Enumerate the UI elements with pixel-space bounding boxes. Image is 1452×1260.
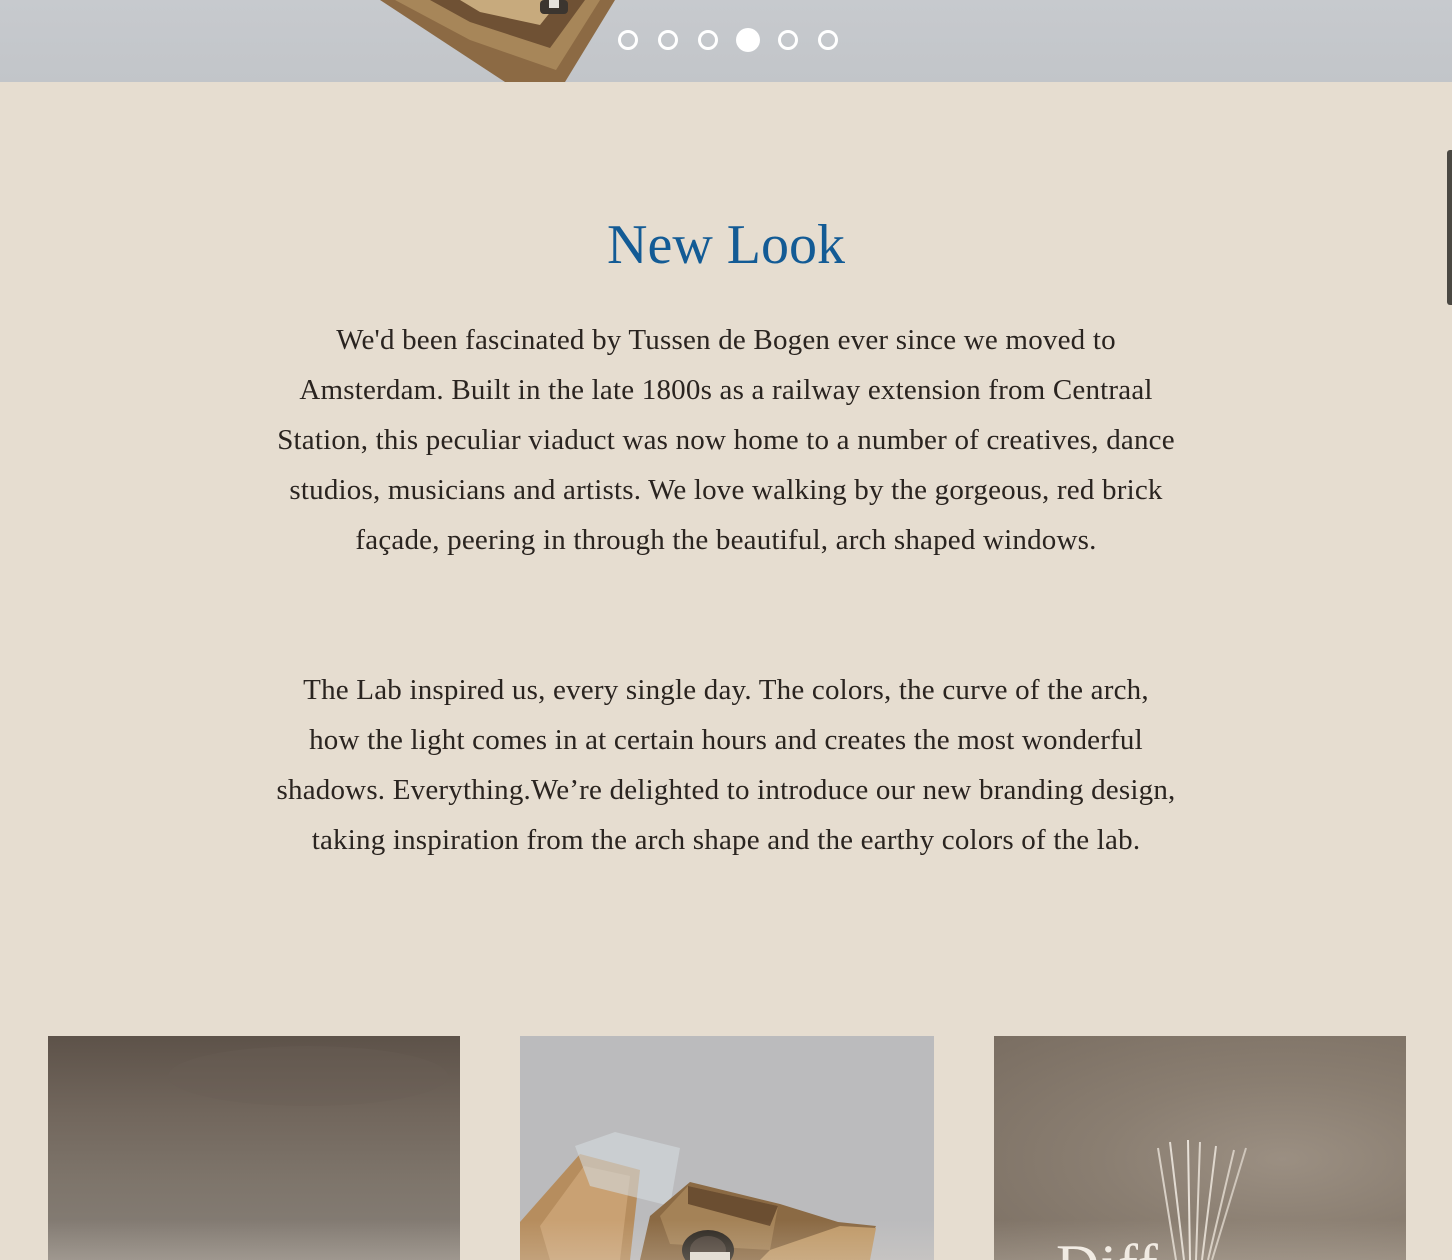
image-card-row: Diff <box>0 1036 1452 1260</box>
section-title: New Look <box>607 214 845 276</box>
slider-dot-1[interactable] <box>618 30 638 50</box>
card-3-caption: Diff <box>1056 1232 1159 1260</box>
slider-dot-4-active[interactable] <box>736 28 760 52</box>
slider-dot-6[interactable] <box>818 30 838 50</box>
card-1-image <box>168 1046 448 1106</box>
image-card-3[interactable]: Diff <box>994 1036 1406 1260</box>
image-card-2[interactable] <box>520 1036 934 1260</box>
image-card-1[interactable] <box>48 1036 460 1260</box>
hero-slider[interactable] <box>0 0 1452 82</box>
slider-dot-5[interactable] <box>778 30 798 50</box>
reed-diffuser-image <box>1157 1139 1247 1260</box>
slider-dot-3[interactable] <box>698 30 718 50</box>
card-2-image <box>520 1132 876 1260</box>
slider-pagination <box>618 28 838 52</box>
slider-dot-2[interactable] <box>658 30 678 50</box>
article-paragraph-1: We'd been fascinated by Tussen de Bogen … <box>277 324 1175 556</box>
article-paragraph-2: The Lab inspired us, every single day. T… <box>276 674 1176 856</box>
page: New Look We'd been fascinated by Tussen … <box>0 0 1452 1260</box>
